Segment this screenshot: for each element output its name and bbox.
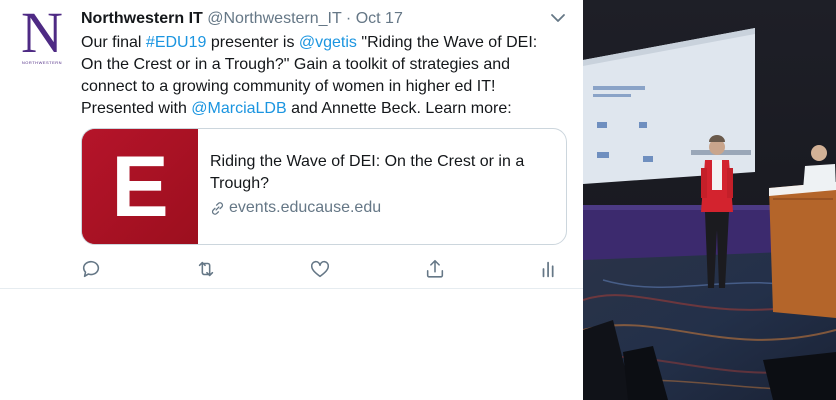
card-domain: events.educause.edu: [210, 197, 560, 219]
analytics-icon[interactable]: [538, 258, 560, 280]
tweet-text-line: Our final #EDU19 presenter is @vgetis "R…: [81, 32, 571, 54]
share-icon[interactable]: [424, 258, 446, 280]
tweet-header: Northwestern IT @Northwestern_IT · Oct 1…: [81, 8, 403, 30]
divider: [0, 288, 583, 289]
tweet-date[interactable]: Oct 17: [356, 10, 403, 27]
separator-dot: ·: [345, 10, 352, 27]
tweet[interactable]: N NORTHWESTERN Northwestern IT @Northwes…: [0, 0, 583, 400]
tweet-text-line: connect to a growing community of women …: [81, 78, 496, 95]
text-segment: Presented with: [81, 100, 192, 117]
tweet-text: Our final #EDU19 presenter is @vgetis "R…: [81, 32, 571, 120]
tweet-text-line: Presented with @MarciaLDB and Annette Be…: [81, 98, 571, 120]
avatar[interactable]: N NORTHWESTERN: [18, 2, 66, 66]
educause-logo-letter: E: [111, 139, 169, 235]
mention-link[interactable]: @MarciaLDB: [191, 100, 286, 117]
link-icon: [211, 201, 224, 215]
card-body: Riding the Wave of DEI: On the Crest or …: [210, 151, 560, 219]
tweet-actions: [80, 258, 560, 280]
chevron-down-icon[interactable]: [550, 10, 566, 26]
card-domain-text: events.educause.edu: [229, 199, 382, 216]
author-handle[interactable]: @Northwestern_IT: [207, 10, 341, 27]
retweet-icon[interactable]: [195, 258, 217, 280]
text-segment: Our final: [81, 34, 146, 51]
text-segment: "Riding the Wave of DEI:: [356, 34, 538, 51]
author-name[interactable]: Northwestern IT: [81, 10, 203, 27]
avatar-logo-caption: NORTHWESTERN: [21, 60, 63, 65]
tweet-text-line: On the Crest or in a Trough?" Gain a too…: [81, 56, 511, 73]
like-icon[interactable]: [309, 258, 331, 280]
card-thumbnail: E: [82, 129, 198, 244]
hashtag-link[interactable]: #EDU19: [146, 34, 206, 51]
reply-icon[interactable]: [80, 258, 102, 280]
text-segment: presenter is: [206, 34, 299, 51]
avatar-logo-letter: N: [21, 0, 63, 65]
text-segment: and Annette Beck. Learn more:: [286, 100, 512, 117]
link-card[interactable]: E Riding the Wave of DEI: On the Crest o…: [81, 128, 567, 245]
conference-photo: [583, 0, 836, 400]
conference-photo-illustration: [583, 0, 836, 400]
card-title: Riding the Wave of DEI: On the Crest or …: [210, 153, 525, 192]
mention-link[interactable]: @vgetis: [299, 34, 357, 51]
